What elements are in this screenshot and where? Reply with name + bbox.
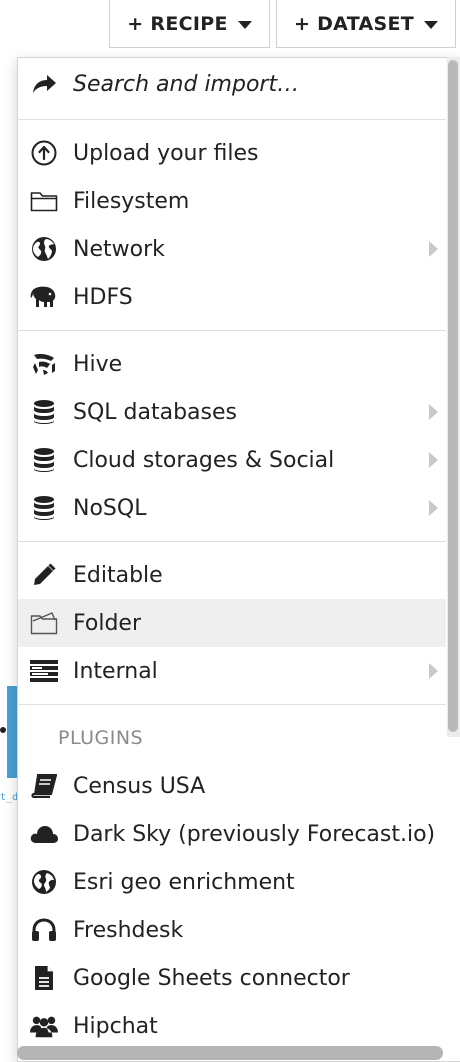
menu-item-nosql[interactable]: NoSQL xyxy=(18,484,446,532)
menu-item-search-import[interactable]: Search and import… xyxy=(18,58,446,110)
share-arrow-icon xyxy=(30,70,58,98)
menu-item-hive[interactable]: Hive xyxy=(18,340,446,388)
menu-item-census-usa[interactable]: Census USA xyxy=(18,762,446,810)
menu-item-label: Esri geo enrichment xyxy=(73,869,295,895)
folder-icon xyxy=(30,187,58,215)
menu-item-label: Hive xyxy=(73,351,123,377)
add-dataset-label: + DATASET xyxy=(293,12,415,35)
menu-item-filesystem[interactable]: Filesystem xyxy=(18,177,446,225)
add-recipe-button[interactable]: + RECIPE xyxy=(109,0,270,48)
flow-dot-fragment xyxy=(0,727,6,733)
menu-item-editable[interactable]: Editable xyxy=(18,551,446,599)
database-icon xyxy=(30,494,58,522)
book-icon xyxy=(30,772,58,800)
menu-divider xyxy=(18,330,446,331)
caret-down-icon xyxy=(424,20,439,29)
hive-icon xyxy=(30,350,58,378)
add-recipe-label: + RECIPE xyxy=(127,12,228,35)
menu-item-label: Cloud storages & Social xyxy=(73,447,335,473)
menu-item-cloud-storages[interactable]: Cloud storages & Social xyxy=(18,436,446,484)
menu-item-label: Network xyxy=(73,236,165,262)
pencil-icon xyxy=(30,561,58,589)
upload-icon xyxy=(30,139,58,167)
menu-item-label: HDFS xyxy=(73,284,133,310)
globe-icon xyxy=(30,235,58,263)
chevron-right-icon xyxy=(429,452,438,468)
cloud-icon xyxy=(30,820,58,848)
database-icon xyxy=(30,446,58,474)
menu-item-label: Dark Sky (previously Forecast.io) xyxy=(73,821,436,847)
menu-item-label: SQL databases xyxy=(73,399,237,425)
menu-divider xyxy=(18,541,446,542)
menu-item-label: Upload your files xyxy=(73,140,259,166)
menu-item-label: Internal xyxy=(73,658,158,684)
globe-solid-icon xyxy=(30,868,58,896)
menu-item-hdfs[interactable]: HDFS xyxy=(18,273,446,321)
menu-item-label: Google Sheets connector xyxy=(73,965,350,991)
menu-item-internal[interactable]: Internal xyxy=(18,647,446,695)
menu-item-sql-databases[interactable]: SQL databases xyxy=(18,388,446,436)
dataset-dropdown-menu: Search and import… Upload your files Fil… xyxy=(17,57,460,1062)
menu-item-label: Filesystem xyxy=(73,188,190,214)
menu-item-label: NoSQL xyxy=(73,495,147,521)
menu-item-esri-geo[interactable]: Esri geo enrichment xyxy=(18,858,446,906)
menu-item-network[interactable]: Network xyxy=(18,225,446,273)
menu-divider xyxy=(18,704,446,705)
menu-item-upload-files[interactable]: Upload your files xyxy=(18,129,446,177)
headphones-icon xyxy=(30,916,58,944)
menu-item-google-sheets[interactable]: Google Sheets connector xyxy=(18,954,446,1002)
file-icon xyxy=(30,964,58,992)
menu-item-label: Hipchat xyxy=(73,1013,158,1039)
flow-node-label-fragment: t_d xyxy=(0,792,19,803)
add-dataset-button[interactable]: + DATASET xyxy=(276,0,456,48)
menu-item-freshdesk[interactable]: Freshdesk xyxy=(18,906,446,954)
menu-item-label: Folder xyxy=(73,610,141,636)
database-icon xyxy=(30,398,58,426)
chevron-right-icon xyxy=(429,500,438,516)
users-icon xyxy=(30,1012,58,1040)
menu-item-label: Freshdesk xyxy=(73,917,184,943)
menu-item-label: Search and import… xyxy=(73,71,300,97)
menu-horizontal-scrollbar-thumb[interactable] xyxy=(17,1046,443,1060)
menu-divider xyxy=(18,119,446,120)
open-folder-icon xyxy=(30,609,58,637)
menu-item-dark-sky[interactable]: Dark Sky (previously Forecast.io) xyxy=(18,810,446,858)
caret-down-icon xyxy=(237,20,252,29)
plugins-section-header: PLUGINS xyxy=(58,727,144,749)
menu-item-label: Census USA xyxy=(73,773,206,799)
internal-icon xyxy=(30,657,58,685)
menu-item-hipchat[interactable]: Hipchat xyxy=(18,1002,446,1050)
chevron-right-icon xyxy=(429,663,438,679)
menu-item-label: Editable xyxy=(73,562,163,588)
menu-vertical-scrollbar-thumb[interactable] xyxy=(448,60,458,732)
chevron-right-icon xyxy=(429,241,438,257)
elephant-icon xyxy=(30,283,58,311)
chevron-right-icon xyxy=(429,404,438,420)
menu-item-folder[interactable]: Folder xyxy=(18,599,446,647)
